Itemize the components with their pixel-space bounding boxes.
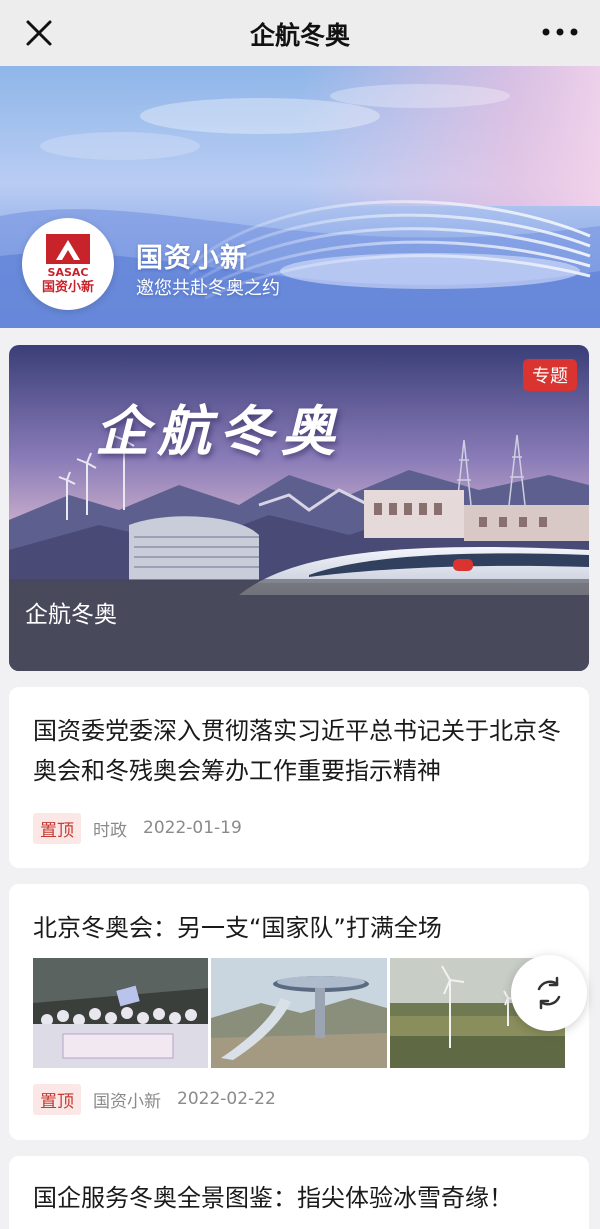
article-thumbnails [33,958,565,1068]
page-title: 企航冬奥 [249,21,350,50]
article-card[interactable]: 国企服务冬奥全景图鉴：指尖体验冰雪奇缘！ [9,1156,589,1229]
thumbnail-ski-jump[interactable] [211,958,387,1068]
account-banner: SASAC 国资小新 国资小新 邀您共赴冬奥之约 [0,66,600,328]
refresh-icon [537,976,561,1010]
article-date: 2022-02-22 [177,1089,276,1109]
thumbnail-group-photo[interactable] [33,958,209,1068]
article-date: 2022-01-19 [143,818,242,838]
account-slogan: 邀您共赴冬奥之约 [136,278,280,299]
article-source: 时政 [93,820,127,841]
article-meta: 置顶 国资小新 2022-02-22 [33,1083,276,1115]
logo-text: 国资小新 [41,280,94,295]
pinned-tag: 置顶 [33,1083,81,1115]
refresh-button[interactable] [511,955,587,1031]
account-name: 国资小新 [136,243,248,274]
sasac-logo: SASAC 国资小新 [22,218,114,310]
article-title[interactable]: 国资委党委深入贯彻落实习近平总书记关于北京冬奥会和冬残奥会筹办工作重要指示精神 [33,711,567,791]
article-card[interactable]: 北京冬奥会：另一支“国家队”打满全场 置顶 国资小新 2022-02-22 [9,884,589,1140]
feature-caption: 企航冬奥 [25,602,117,628]
pinned-tag: 置顶 [33,812,81,844]
more-icon[interactable] [540,20,580,44]
article-card[interactable]: 国资委党委深入贯彻落实习近平总书记关于北京冬奥会和冬残奥会筹办工作重要指示精神 … [9,687,589,868]
feature-art-title: 企航冬奥 [95,399,343,463]
article-source: 国资小新 [93,1091,161,1112]
sasac-emblem-icon: SASAC [46,234,90,278]
article-meta: 置顶 时政 2022-01-19 [33,812,242,844]
article-title[interactable]: 国企服务冬奥全景图鉴：指尖体验冰雪奇缘！ [33,1178,567,1218]
nav-bar: 企航冬奥 [0,0,600,66]
article-title[interactable]: 北京冬奥会：另一支“国家队”打满全场 [33,908,567,948]
topic-badge: 专题 [523,359,577,391]
feature-topic-card[interactable]: 企航冬奥 专题 企航冬奥 [9,345,589,671]
